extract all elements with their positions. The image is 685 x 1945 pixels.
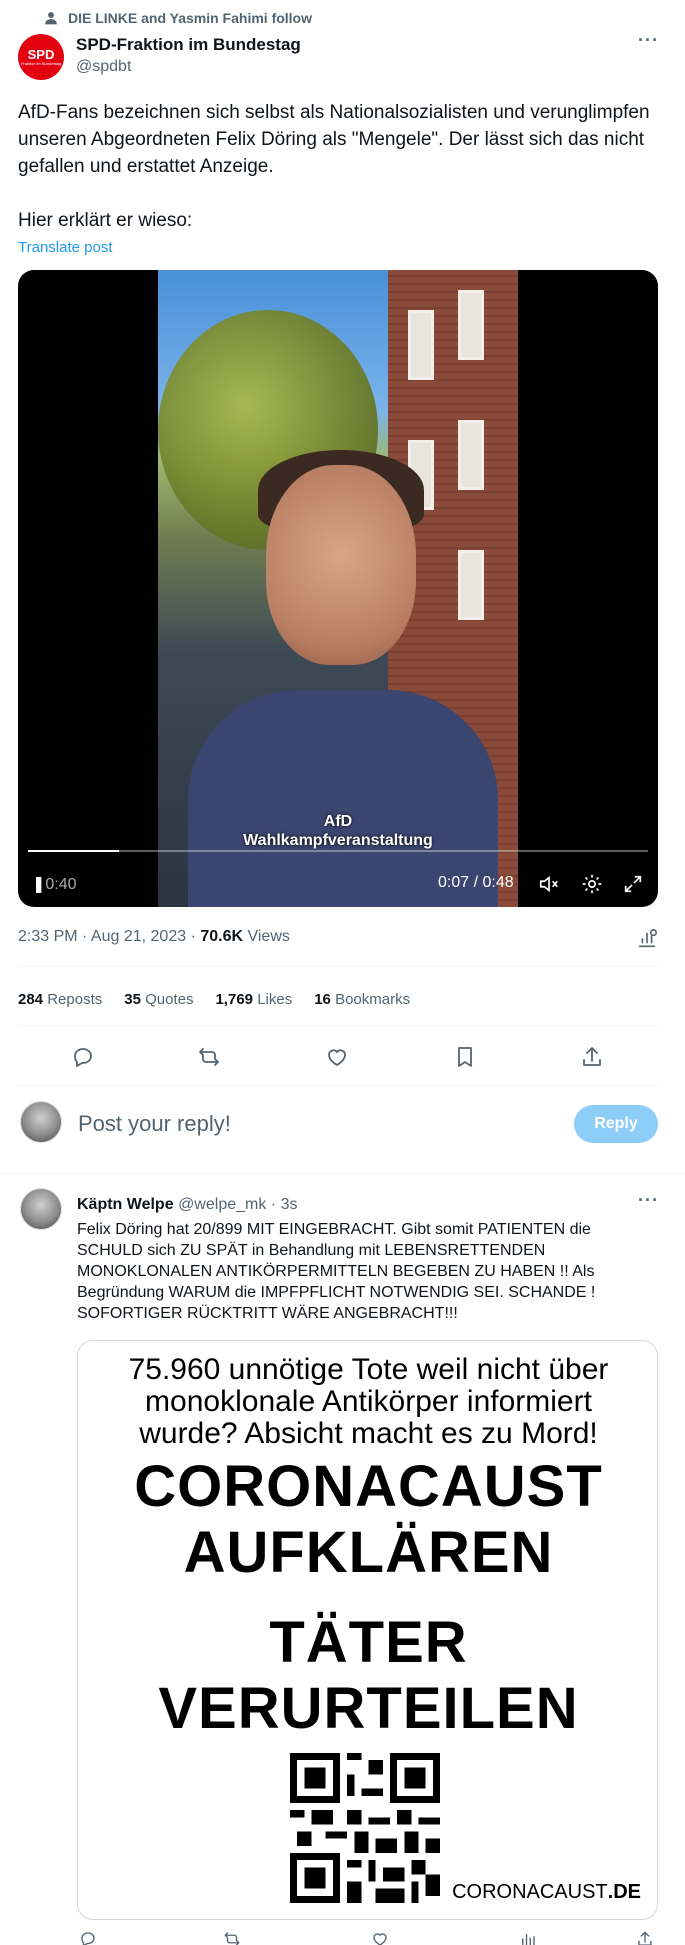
avatar-logo-subtext: Fraktion im Bundestag <box>20 61 62 66</box>
reply-button[interactable]: Reply <box>574 1105 658 1143</box>
translate-link[interactable]: Translate post <box>18 239 113 256</box>
social-context-text: DIE LINKE and Yasmin Fahimi follow <box>68 10 313 26</box>
author-avatar[interactable]: SPD Fraktion im Bundestag <box>18 34 64 80</box>
reposts-stat[interactable]: 284 Reposts <box>18 991 102 1008</box>
more-icon[interactable]: ··· <box>638 30 659 51</box>
reply-text: Felix Döring hat 20/899 MIT EINGEBRACHT.… <box>77 1221 596 1322</box>
pause-button[interactable]: ❚0:40 <box>32 874 77 894</box>
bookmarks-label: Bookmarks <box>335 991 411 1008</box>
divider <box>18 1085 658 1086</box>
divider <box>18 1025 658 1026</box>
likes-stat[interactable]: 1,769 Likes <box>215 991 292 1008</box>
person-face <box>266 465 416 665</box>
reply-author-avatar[interactable] <box>20 1188 62 1230</box>
repost-icon[interactable] <box>197 1045 221 1069</box>
more-icon[interactable]: ··· <box>638 1190 659 1211</box>
reply-author-handle[interactable]: @welpe_mk <box>178 1196 266 1213</box>
divider <box>18 966 658 967</box>
poster-line2: monoklonale Antikörper informiert <box>145 1385 592 1418</box>
tweet-text: AfD-Fans bezeichnen sich selbst als Nati… <box>18 102 650 231</box>
reply-input[interactable]: Post your reply! <box>78 1111 231 1137</box>
poster-line1: 75.960 unnötige Tote weil nicht über <box>128 1353 609 1386</box>
reply-author-name[interactable]: Käptn Welpe <box>77 1196 174 1213</box>
analytics-icon[interactable] <box>519 1930 537 1945</box>
poster-headline4: VERURTEILEN <box>158 1676 579 1741</box>
reply-image[interactable]: 75.960 unnötige Tote weil nicht über mon… <box>77 1340 658 1920</box>
poster-headline3: TÄTER <box>269 1610 468 1675</box>
engagement-stats: 284 Reposts 35 Quotes 1,769 Likes 16 Boo… <box>18 991 410 1008</box>
reply-time[interactable]: · 3s <box>271 1196 298 1213</box>
quotes-label: Quotes <box>145 991 194 1008</box>
poster-headline2: AUFKLÄREN <box>183 1520 554 1585</box>
divider <box>0 1173 685 1174</box>
tweet-timestamp[interactable]: 2:33 PM · Aug 21, 2023 · <box>18 928 200 945</box>
video-time: 0:07 / 0:48 <box>438 874 514 891</box>
reposts-count: 284 <box>18 991 44 1008</box>
poster-line3: wurde? Absicht macht es zu Mord! <box>139 1417 598 1450</box>
video-player[interactable]: AfD Wahlkampfveranstaltung ❚0:40 0:07 / … <box>18 270 658 907</box>
reply-icon[interactable] <box>79 1930 97 1945</box>
likes-label: Likes <box>257 991 293 1008</box>
qr-code <box>290 1753 440 1903</box>
video-progress-fill <box>28 850 119 852</box>
analytics-icon[interactable] <box>636 928 658 950</box>
poster-website-tld: .DE <box>607 1881 641 1903</box>
reply-header: Käptn Welpe @welpe_mk · 3s <box>77 1196 297 1214</box>
reply-icon[interactable] <box>71 1045 95 1069</box>
views-label: Views <box>243 928 290 945</box>
poster-website: CORONACAUST.DE <box>452 1881 641 1904</box>
bookmarks-count: 16 <box>314 991 331 1008</box>
views-count: 70.6K <box>200 928 244 945</box>
person-icon <box>45 12 57 25</box>
video-left-time: 0:40 <box>45 876 77 893</box>
video-caption-line2: Wahlkampfveranstaltung <box>243 832 433 849</box>
author-name[interactable]: SPD-Fraktion im Bundestag <box>76 35 301 55</box>
bookmark-icon[interactable] <box>453 1045 477 1069</box>
author-handle[interactable]: @spdbt <box>76 58 131 76</box>
like-icon[interactable] <box>325 1045 349 1069</box>
tweet-meta: 2:33 PM · Aug 21, 2023 · 70.6K Views <box>18 928 290 946</box>
likes-count: 1,769 <box>215 991 254 1008</box>
reposts-label: Reposts <box>47 991 103 1008</box>
avatar-logo-text: SPD <box>27 47 55 62</box>
video-progress-bar[interactable] <box>28 850 648 852</box>
like-icon[interactable] <box>371 1930 389 1945</box>
pause-icon: ❚ <box>32 876 46 893</box>
share-icon[interactable] <box>636 1930 654 1945</box>
repost-icon[interactable] <box>223 1930 241 1945</box>
poster-website-main: CORONACAUST <box>452 1881 608 1903</box>
share-icon[interactable] <box>580 1045 604 1069</box>
video-caption-line1: AfD <box>323 813 353 830</box>
social-context[interactable]: DIE LINKE and Yasmin Fahimi follow <box>44 10 312 26</box>
my-avatar[interactable] <box>20 1101 62 1143</box>
fullscreen-icon[interactable] <box>622 873 644 895</box>
quotes-stat[interactable]: 35 Quotes <box>124 991 193 1008</box>
poster-headline1: CORONACAUST <box>134 1454 603 1519</box>
bookmarks-stat[interactable]: 16 Bookmarks <box>314 991 410 1008</box>
quotes-count: 35 <box>124 991 141 1008</box>
mute-icon[interactable] <box>538 873 560 895</box>
settings-icon[interactable] <box>581 873 603 895</box>
